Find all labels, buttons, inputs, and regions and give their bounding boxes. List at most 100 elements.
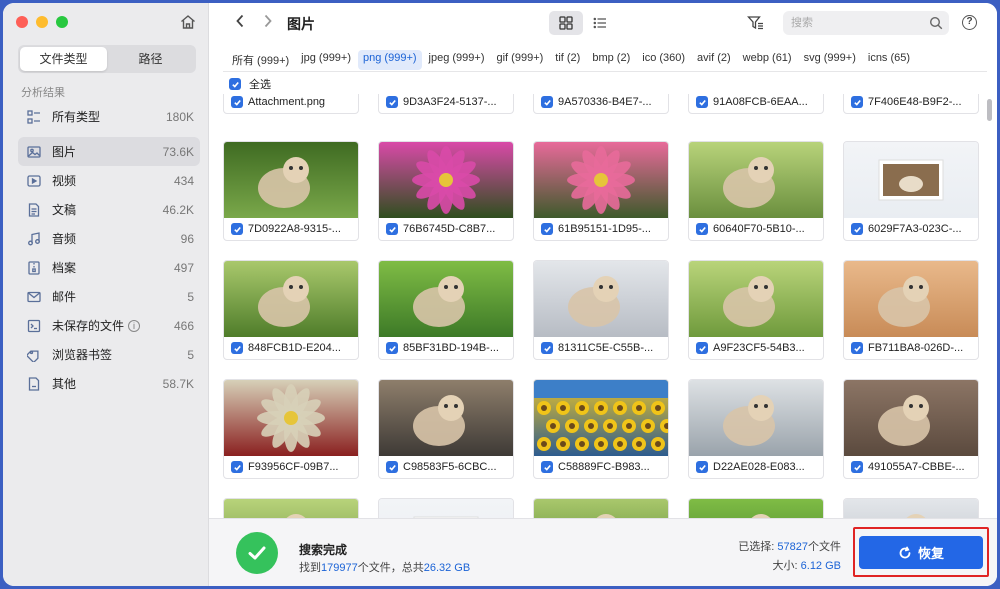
help-button[interactable]: ?	[962, 15, 977, 30]
tab-file-extension[interactable]: png (999+)	[358, 50, 422, 70]
tab-file-extension[interactable]: webp (61)	[738, 50, 797, 70]
file-checkbox[interactable]	[541, 461, 553, 473]
sidebar-item-video[interactable]: 视频 434	[18, 166, 200, 195]
file-card[interactable]: 7F406E48-B9F2-...	[843, 94, 979, 114]
file-checkbox[interactable]	[386, 96, 398, 108]
file-checkbox[interactable]	[231, 96, 243, 108]
thumbnail-image[interactable]	[844, 380, 978, 456]
file-card[interactable]: 61B95151-1D95-...	[533, 141, 669, 241]
close-window-button[interactable]	[16, 16, 28, 28]
tab-file-extension[interactable]: gif (999+)	[492, 50, 549, 70]
tab-file-extension[interactable]: tif (2)	[550, 50, 585, 70]
file-checkbox[interactable]	[541, 96, 553, 108]
thumbnail-image[interactable]	[844, 261, 978, 337]
file-card[interactable]: 60640F70-5B10-...	[688, 141, 824, 241]
sidebar-item-images[interactable]: 图片 73.6K	[18, 137, 200, 166]
segment-path[interactable]: 路径	[107, 47, 194, 71]
file-checkbox[interactable]	[696, 96, 708, 108]
sidebar-item-mail[interactable]: 邮件 5	[18, 282, 200, 311]
file-checkbox[interactable]	[696, 342, 708, 354]
thumbnail-image[interactable]	[534, 142, 668, 218]
file-checkbox[interactable]	[696, 223, 708, 235]
search-icon[interactable]	[929, 16, 943, 30]
select-all[interactable]: 全选	[229, 76, 271, 92]
file-card[interactable]: Attachment.png	[223, 94, 359, 114]
file-card[interactable]: 848FCB1D-E204...	[223, 260, 359, 360]
file-card[interactable]	[688, 498, 824, 518]
thumbnail-image[interactable]	[224, 142, 358, 218]
thumbnail-image[interactable]	[534, 261, 668, 337]
back-button[interactable]	[231, 13, 249, 33]
thumbnail-image[interactable]	[379, 499, 513, 518]
tab-file-extension[interactable]: 所有 (999+)	[227, 50, 294, 70]
tab-file-extension[interactable]: icns (65)	[863, 50, 915, 70]
recover-button[interactable]: 恢复	[859, 536, 983, 569]
tab-file-extension[interactable]: svg (999+)	[799, 50, 861, 70]
file-checkbox[interactable]	[231, 461, 243, 473]
file-card[interactable]: D22AE028-E083...	[688, 379, 824, 479]
file-checkbox[interactable]	[696, 461, 708, 473]
tab-file-extension[interactable]: bmp (2)	[587, 50, 635, 70]
file-card[interactable]	[223, 498, 359, 518]
file-card[interactable]: 76B6745D-C8B7...	[378, 141, 514, 241]
filter-icon[interactable]	[747, 14, 765, 32]
file-checkbox[interactable]	[851, 461, 863, 473]
file-checkbox[interactable]	[851, 342, 863, 354]
minimize-window-button[interactable]	[36, 16, 48, 28]
thumbnail-image[interactable]	[224, 261, 358, 337]
tab-file-extension[interactable]: jpeg (999+)	[424, 50, 490, 70]
file-checkbox[interactable]	[851, 96, 863, 108]
file-checkbox[interactable]	[231, 342, 243, 354]
sidebar-item-audio[interactable]: 音频 96	[18, 224, 200, 253]
file-checkbox[interactable]	[386, 223, 398, 235]
thumbnail-image[interactable]	[534, 499, 668, 518]
thumbnail-image[interactable]	[379, 380, 513, 456]
file-card[interactable]: C98583F5-6CBC...	[378, 379, 514, 479]
sidebar-item-all-types[interactable]: 所有类型 180K	[18, 102, 200, 131]
file-card[interactable]: 491055A7-CBBE-...	[843, 379, 979, 479]
segment-file-type[interactable]: 文件类型	[20, 47, 107, 71]
thumbnail-image[interactable]	[224, 380, 358, 456]
tab-file-extension[interactable]: jpg (999+)	[296, 50, 356, 70]
thumbnail-image[interactable]	[844, 142, 978, 218]
thumbnail-image[interactable]	[689, 261, 823, 337]
sidebar-item-archives[interactable]: 档案 497	[18, 253, 200, 282]
sidebar-item-documents[interactable]: 文稿 46.2K	[18, 195, 200, 224]
thumbnail-image[interactable]	[689, 380, 823, 456]
tab-file-extension[interactable]: avif (2)	[692, 50, 736, 70]
file-card[interactable]: 85BF31BD-194B-...	[378, 260, 514, 360]
file-card[interactable]: FB711BA8-026D-...	[843, 260, 979, 360]
sidebar-item-other[interactable]: 其他 58.7K	[18, 369, 200, 398]
thumbnail-image[interactable]	[534, 380, 668, 456]
thumbnail-image[interactable]	[224, 499, 358, 518]
home-icon[interactable]	[179, 13, 197, 31]
file-card[interactable]: C58889FC-B983...	[533, 379, 669, 479]
thumbnail-image[interactable]	[379, 142, 513, 218]
search-input[interactable]	[783, 11, 913, 35]
file-card[interactable]: 81311C5E-C55B-...	[533, 260, 669, 360]
file-checkbox[interactable]	[541, 342, 553, 354]
file-checkbox[interactable]	[851, 223, 863, 235]
file-card[interactable]	[843, 498, 979, 518]
file-card[interactable]: 6029F7A3-023C-...	[843, 141, 979, 241]
scrollbar-thumb[interactable]	[987, 99, 992, 121]
select-all-checkbox[interactable]	[229, 78, 241, 90]
file-checkbox[interactable]	[541, 223, 553, 235]
file-card[interactable]: A9F23CF5-54B3...	[688, 260, 824, 360]
list-view-button[interactable]	[583, 11, 617, 35]
grid-view-button[interactable]	[549, 11, 583, 35]
file-card[interactable]: 9D3A3F24-5137-...	[378, 94, 514, 114]
file-checkbox[interactable]	[386, 342, 398, 354]
file-card[interactable]: 7D0922A8-9315-...	[223, 141, 359, 241]
file-checkbox[interactable]	[386, 461, 398, 473]
thumbnail-image[interactable]	[379, 261, 513, 337]
thumbnail-image[interactable]	[844, 499, 978, 518]
file-card[interactable]: 91A08FCB-6EAA...	[688, 94, 824, 114]
file-checkbox[interactable]	[231, 223, 243, 235]
file-card[interactable]: 9A570336-B4E7-...	[533, 94, 669, 114]
sidebar-item-browser-bookmarks[interactable]: 浏览器书签 5	[18, 340, 200, 369]
zoom-window-button[interactable]	[56, 16, 68, 28]
thumbnail-image[interactable]	[689, 142, 823, 218]
file-card[interactable]: F93956CF-09B7...	[223, 379, 359, 479]
sidebar-item-unsaved-files[interactable]: 未保存的文件 i 466	[18, 311, 200, 340]
